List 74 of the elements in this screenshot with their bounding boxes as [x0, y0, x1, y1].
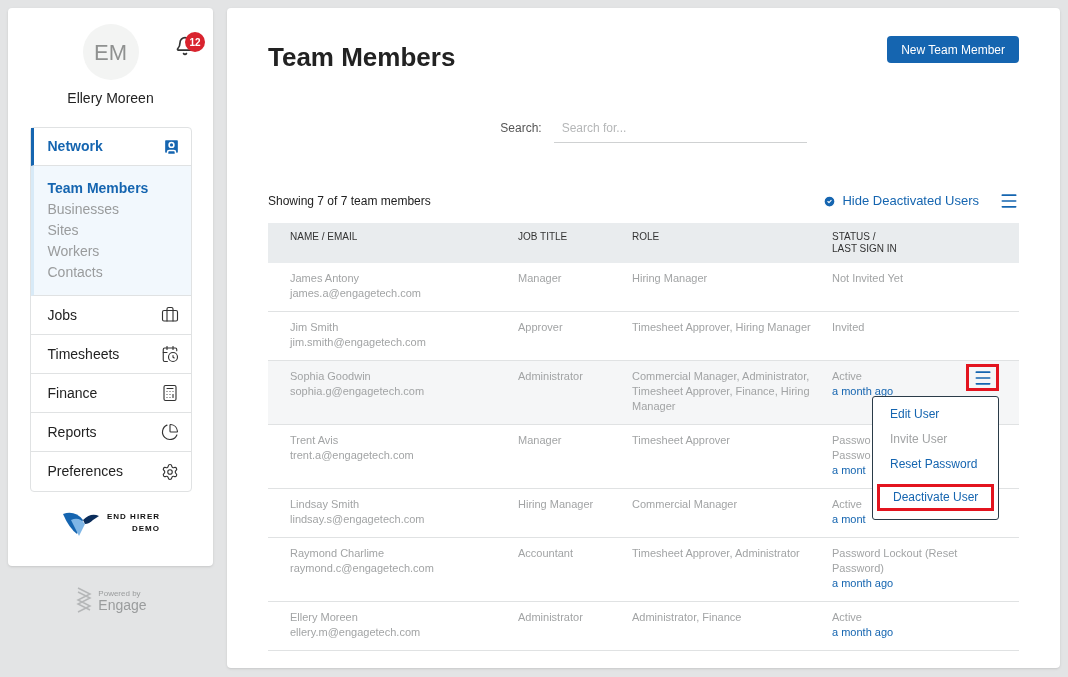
nav-item[interactable]: Preferences — [30, 452, 191, 491]
column-header: ROLE — [632, 231, 661, 244]
last-sign-in-link[interactable]: a mont — [832, 512, 866, 527]
status-text: Passwo — [832, 448, 871, 463]
job-title-cell-text: Approver — [518, 320, 564, 335]
menu-item[interactable]: Deactivate User — [877, 484, 994, 511]
member-email: lindsay.s@engagetech.com — [290, 512, 426, 527]
role-cell-text: Administrator, Finance — [632, 610, 743, 625]
nav-item[interactable]: Finance — [30, 374, 191, 413]
member-email: trent.a@engagetech.com — [290, 448, 415, 463]
role-cell-text: Timesheet Approver, Administrator — [632, 546, 801, 561]
last-sign-in-link[interactable]: a mont — [832, 463, 866, 478]
member-email: sophia.g@engagetech.com — [290, 384, 426, 399]
job-title-cell-text: Manager — [518, 433, 563, 448]
status-text: Not Invited Yet — [832, 271, 903, 286]
reports-icon — [160, 423, 179, 441]
role-cell-text: Commercial Manager — [632, 497, 739, 512]
brand-subtitle: DEMO — [132, 523, 160, 535]
member-count: Showing 7 of 7 team members — [268, 193, 431, 210]
member-name: Jim Smith — [290, 320, 340, 335]
member-name: James Antony — [290, 271, 361, 286]
role-cell-text: Hiring Manager — [632, 271, 709, 286]
finance-icon — [160, 384, 179, 402]
nav-item[interactable]: Jobs — [30, 296, 191, 335]
hide-deactivated-toggle[interactable]: Hide Deactivated Users — [823, 191, 979, 211]
user-name: Ellery Moreen — [67, 89, 154, 108]
new-team-member-button[interactable]: New Team Member — [887, 36, 1019, 63]
role-cell-text: Commercial Manager, Administrator, Timesheet Approver, Finance, Hiring Manager — [632, 369, 811, 414]
last-sign-in-link[interactable]: a month ago — [832, 576, 894, 591]
user-avatar: EM — [82, 24, 139, 80]
powered-by-caption: Powered by — [98, 590, 142, 598]
status-text: Invited — [832, 320, 865, 335]
brand-name: END HIRER — [107, 511, 160, 523]
timesheets-icon — [160, 345, 179, 363]
check-icon — [823, 194, 837, 208]
menu-icon[interactable] — [999, 191, 1019, 211]
job-title-cell-text: Administrator — [518, 369, 584, 384]
status-text: Active — [832, 610, 862, 625]
job-title-cell-text: Hiring Manager — [518, 497, 595, 512]
status-text: Password Lockout (Reset Password) — [832, 546, 959, 576]
column-header: NAME / EMAIL — [290, 231, 359, 244]
notification-count: 12 — [185, 32, 205, 52]
member-name: Trent Avis — [290, 433, 340, 448]
status-text: Active — [832, 497, 862, 512]
member-name: Lindsay Smith — [290, 497, 361, 512]
preferences-icon — [160, 462, 179, 481]
search-field[interactable]: Search for... — [553, 113, 807, 143]
job-title-cell-text: Administrator — [518, 610, 584, 625]
row-menu-button[interactable] — [966, 364, 999, 391]
nav-item[interactable]: Reports — [30, 413, 191, 452]
column-header: JOB TITLE — [518, 231, 569, 244]
job-title-cell-text: Manager — [518, 271, 563, 286]
member-name: Ellery Moreen — [290, 610, 359, 625]
status-text: Active — [832, 369, 862, 384]
last-sign-in-link[interactable]: a month ago — [832, 625, 894, 640]
search-label: Search: — [500, 120, 542, 137]
member-name: Sophia Goodwin — [290, 369, 372, 384]
powered-by-name: Engage — [98, 598, 147, 612]
menu-item[interactable]: Reset Password — [877, 455, 994, 474]
member-name: Raymond Charlime — [290, 546, 386, 561]
job-title-cell-text: Accountant — [518, 546, 575, 561]
page-title: Team Members — [268, 41, 456, 74]
column-header: STATUS / LAST SIGN IN — [832, 231, 898, 256]
role-cell-text: Timesheet Approver, Hiring Manager — [632, 320, 812, 335]
member-email: ellery.m@engagetech.com — [290, 625, 422, 640]
status-text: Passwo — [832, 433, 871, 448]
member-email: james.a@engagetech.com — [290, 286, 423, 301]
subnav-link[interactable]: Team Members — [47, 178, 191, 199]
menu-item[interactable]: Edit User — [877, 405, 994, 424]
member-email: jim.smith@engagetech.com — [290, 335, 427, 350]
member-email: raymond.c@engagetech.com — [290, 561, 435, 576]
nav-item[interactable]: Timesheets — [30, 335, 191, 374]
jobs-icon — [160, 306, 179, 324]
role-cell-text: Timesheet Approver — [632, 433, 732, 448]
